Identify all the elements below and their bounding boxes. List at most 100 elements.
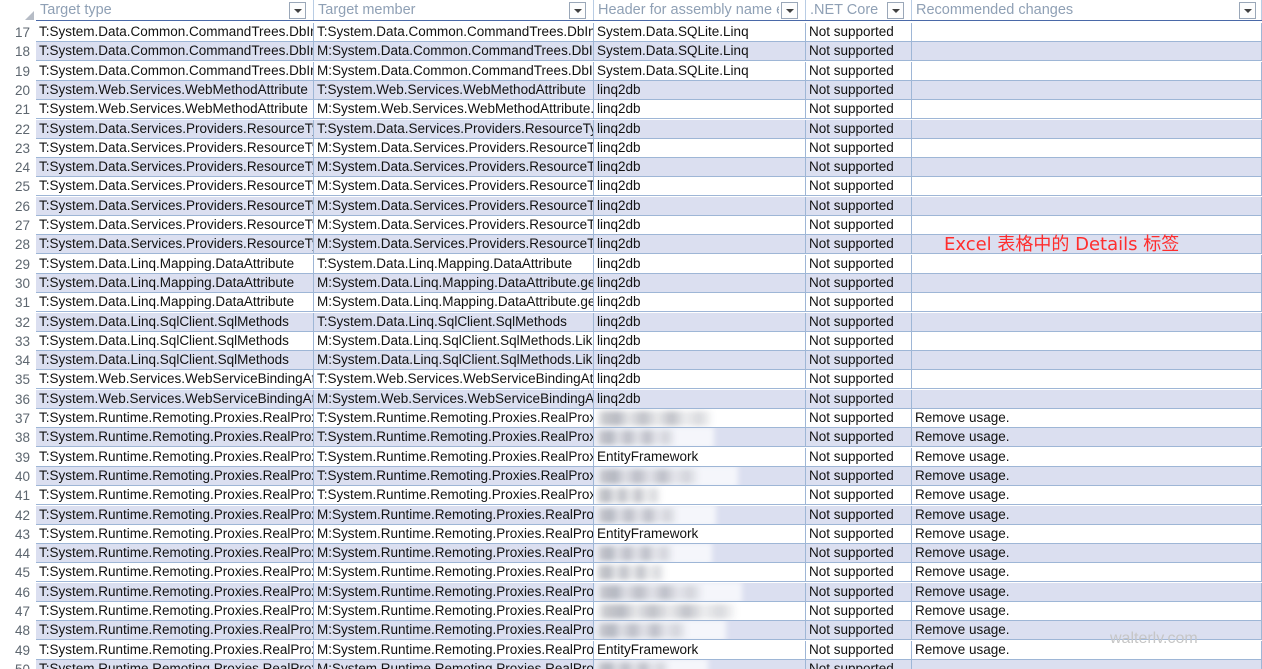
row-number[interactable]: 29 xyxy=(0,254,36,274)
cell-target_member[interactable]: M:System.Data.Common.CommandTrees.DbInse… xyxy=(314,61,594,81)
cell-assembly[interactable]: linq2db xyxy=(594,254,806,274)
table-row[interactable]: 31 T:System.Data.Linq.Mapping.DataAttribu… xyxy=(0,293,1262,313)
cell-target_member[interactable]: M:System.Runtime.Remoting.Proxies.RealPr… xyxy=(314,544,594,564)
table-row[interactable]: 46 T:System.Runtime.Remoting.Proxies.Real… xyxy=(0,582,1262,602)
cell-assembly[interactable]: linq2db xyxy=(594,177,806,197)
cell-recommended[interactable]: Remove usage. xyxy=(912,621,1262,641)
cell-target_member[interactable]: T:System.Web.Services.WebMethodAttribute xyxy=(314,80,594,100)
cell-target_member[interactable]: T:System.Runtime.Remoting.Proxies.RealPr… xyxy=(314,409,594,428)
cell-recommended[interactable] xyxy=(912,370,1262,390)
table-row[interactable]: 44 T:System.Runtime.Remoting.Proxies.Real… xyxy=(0,544,1262,564)
table-row[interactable]: 42 T:System.Runtime.Remoting.Proxies.Real… xyxy=(0,505,1262,525)
table-row[interactable]: 22 T:System.Data.Services.Providers.Resou… xyxy=(0,119,1262,139)
row-number[interactable]: 47 xyxy=(0,602,36,621)
cell-assembly[interactable]: linq2db xyxy=(594,196,806,216)
cell-target_type[interactable]: T:System.Web.Services.WebServiceBindingA… xyxy=(36,370,314,390)
table-row[interactable]: 32 T:System.Data.Linq.SqlClient.SqlMethod… xyxy=(0,312,1262,332)
row-number[interactable]: 39 xyxy=(0,447,36,467)
cell-net_core[interactable]: Not supported xyxy=(806,370,912,390)
table-header-row[interactable]: Target type Target member Header for assem… xyxy=(0,0,1262,21)
cell-target_member[interactable]: M:System.Data.Services.Providers.Resourc… xyxy=(314,216,594,235)
cell-target_type[interactable]: T:System.Data.Linq.Mapping.DataAttribute xyxy=(36,273,314,293)
cell-recommended[interactable] xyxy=(912,273,1262,293)
table-row[interactable]: 26 T:System.Data.Services.Providers.Resou… xyxy=(0,196,1262,216)
cell-recommended[interactable] xyxy=(912,158,1262,178)
cell-recommended[interactable] xyxy=(912,351,1262,371)
row-number[interactable]: 20 xyxy=(0,80,36,100)
row-number[interactable]: 45 xyxy=(0,563,36,583)
cell-assembly[interactable] xyxy=(594,602,806,621)
cell-target_type[interactable]: T:System.Runtime.Remoting.Proxies.RealPr… xyxy=(36,563,314,583)
cell-net_core[interactable]: Not supported xyxy=(806,254,912,274)
cell-assembly[interactable]: linq2db xyxy=(594,351,806,371)
row-number[interactable]: 25 xyxy=(0,177,36,197)
filter-dropdown-button-target_member[interactable] xyxy=(569,2,586,19)
cell-net_core[interactable]: Not supported xyxy=(806,119,912,139)
cell-recommended[interactable] xyxy=(912,119,1262,139)
cell-net_core[interactable]: Not supported xyxy=(806,235,912,255)
cell-net_core[interactable]: Not supported xyxy=(806,100,912,120)
row-number[interactable]: 27 xyxy=(0,216,36,235)
table-row[interactable]: 24 T:System.Data.Services.Providers.Resou… xyxy=(0,158,1262,178)
cell-target_member[interactable]: M:System.Runtime.Remoting.Proxies.RealPr… xyxy=(314,524,594,544)
table-row[interactable]: 47 T:System.Runtime.Remoting.Proxies.Real… xyxy=(0,602,1262,621)
table-row[interactable]: 38 T:System.Runtime.Remoting.Proxies.Real… xyxy=(0,428,1262,448)
row-number[interactable]: 22 xyxy=(0,119,36,139)
cell-target_member[interactable]: M:System.Data.Linq.SqlClient.SqlMethods.… xyxy=(314,331,594,351)
cell-assembly[interactable]: linq2db xyxy=(594,80,806,100)
cell-target_type[interactable]: T:System.Data.Services.Providers.Resourc… xyxy=(36,196,314,216)
row-number[interactable]: 40 xyxy=(0,466,36,486)
cell-net_core[interactable]: Not supported xyxy=(806,582,912,602)
cell-target_type[interactable]: T:System.Data.Services.Providers.Resourc… xyxy=(36,216,314,235)
cell-assembly[interactable] xyxy=(594,582,806,602)
cell-net_core[interactable]: Not supported xyxy=(806,447,912,467)
table-row[interactable]: 25 T:System.Data.Services.Providers.Resou… xyxy=(0,177,1262,197)
row-number[interactable]: 41 xyxy=(0,486,36,506)
cell-net_core[interactable]: Not supported xyxy=(806,196,912,216)
filter-dropdown-button-net_core[interactable] xyxy=(887,2,904,19)
cell-target_member[interactable]: M:System.Runtime.Remoting.Proxies.RealPr… xyxy=(314,602,594,621)
cell-assembly[interactable]: linq2db xyxy=(594,312,806,332)
cell-target_member[interactable]: M:System.Data.Linq.Mapping.DataAttribute… xyxy=(314,273,594,293)
column-header-assembly[interactable]: Header for assembly name entries xyxy=(594,0,806,21)
cell-target_type[interactable]: T:System.Runtime.Remoting.Proxies.RealPr… xyxy=(36,447,314,467)
table-row[interactable]: 18T:System.Data.Common.CommandTrees.DbIn… xyxy=(0,42,1262,62)
row-number[interactable]: 30 xyxy=(0,273,36,293)
cell-assembly[interactable]: linq2db xyxy=(594,158,806,178)
table-row[interactable]: 20 T:System.Web.Services.WebMethodAttribu… xyxy=(0,80,1262,100)
cell-target_member[interactable]: M:System.Runtime.Remoting.Proxies.RealPr… xyxy=(314,659,594,669)
row-number[interactable]: 18 xyxy=(0,42,36,62)
row-number[interactable]: 26 xyxy=(0,196,36,216)
row-number[interactable]: 35 xyxy=(0,370,36,390)
filter-dropdown-button-target_type[interactable] xyxy=(289,2,306,19)
cell-target_member[interactable]: T:System.Data.Services.Providers.Resourc… xyxy=(314,119,594,139)
cell-target_member[interactable]: M:System.Web.Services.WebServiceBindingA… xyxy=(314,389,594,409)
cell-recommended[interactable] xyxy=(912,659,1262,669)
cell-target_type[interactable]: T:System.Runtime.Remoting.Proxies.RealPr… xyxy=(36,486,314,506)
cell-recommended[interactable] xyxy=(912,80,1262,100)
cell-net_core[interactable]: Not supported xyxy=(806,273,912,293)
cell-assembly[interactable] xyxy=(594,544,806,564)
cell-recommended[interactable] xyxy=(912,312,1262,332)
cell-recommended[interactable] xyxy=(912,100,1262,120)
cell-target_type[interactable]: T:System.Data.Services.Providers.Resourc… xyxy=(36,158,314,178)
cell-net_core[interactable]: Not supported xyxy=(806,331,912,351)
cell-target_member[interactable]: M:System.Web.Services.WebMethodAttribute… xyxy=(314,100,594,120)
cell-assembly[interactable]: EntityFramework xyxy=(594,447,806,467)
table-row[interactable]: 39 T:System.Runtime.Remoting.Proxies.Real… xyxy=(0,447,1262,467)
cell-assembly[interactable] xyxy=(594,486,806,506)
cell-net_core[interactable]: Not supported xyxy=(806,602,912,621)
cell-recommended[interactable]: Remove usage. xyxy=(912,447,1262,467)
row-number[interactable]: 49 xyxy=(0,640,36,660)
table-row[interactable]: 33 T:System.Data.Linq.SqlClient.SqlMethod… xyxy=(0,331,1262,351)
cell-target_member[interactable]: T:System.Runtime.Remoting.Proxies.RealPr… xyxy=(314,486,594,506)
cell-net_core[interactable]: Not supported xyxy=(806,659,912,669)
row-number[interactable]: 42 xyxy=(0,505,36,525)
cell-assembly[interactable] xyxy=(594,659,806,669)
row-number[interactable]: 28 xyxy=(0,235,36,255)
cell-net_core[interactable]: Not supported xyxy=(806,428,912,448)
cell-target_member[interactable]: T:System.Runtime.Remoting.Proxies.RealPr… xyxy=(314,466,594,486)
cell-recommended[interactable]: Remove usage. xyxy=(912,582,1262,602)
table-row[interactable]: 30 T:System.Data.Linq.Mapping.DataAttribu… xyxy=(0,273,1262,293)
row-number[interactable]: 17 xyxy=(0,23,36,42)
